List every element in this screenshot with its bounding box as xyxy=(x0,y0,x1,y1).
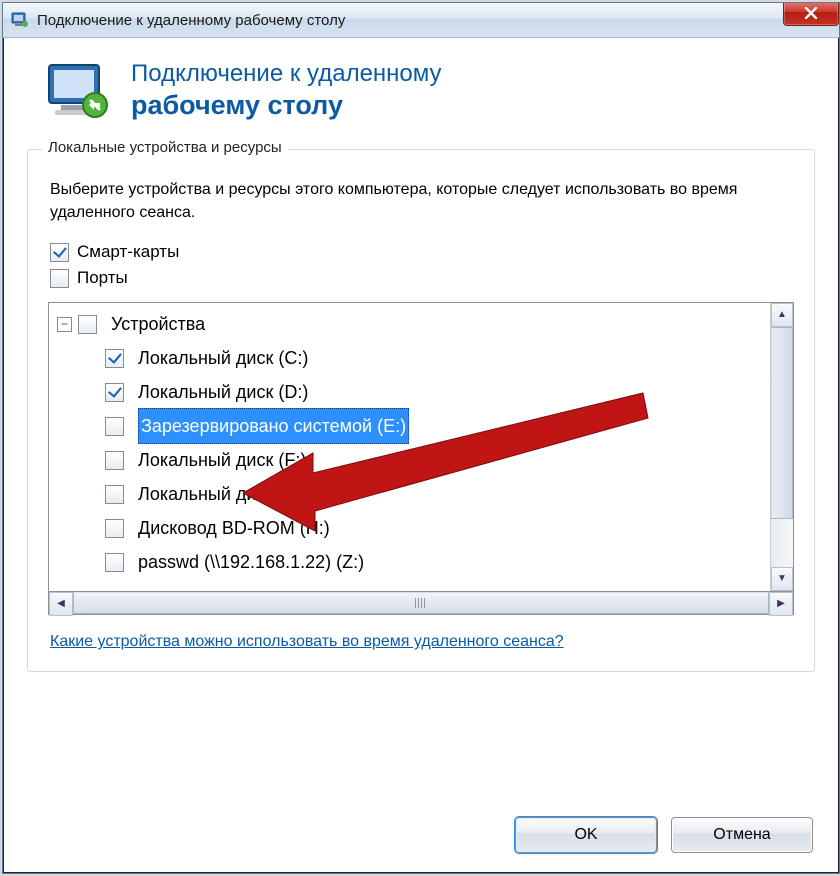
tree-item[interactable]: Локальный диск (C:) xyxy=(57,341,770,375)
chevron-right-icon: ▶ xyxy=(777,599,785,609)
tree-item-checkbox[interactable] xyxy=(105,417,124,436)
scroll-left-button[interactable]: ◀ xyxy=(49,592,73,616)
close-button[interactable] xyxy=(783,2,839,26)
tree-item-label: Локальный диск (C:) xyxy=(138,341,308,375)
horizontal-scroll-thumb[interactable] xyxy=(73,592,769,614)
titlebar[interactable]: Подключение к удаленному рабочему столу xyxy=(3,3,839,38)
window-title: Подключение к удаленному рабочему столу xyxy=(37,12,783,29)
tree-item-checkbox[interactable] xyxy=(105,349,124,368)
tree-item-label: passwd (\\192.168.1.22) (Z:) xyxy=(138,545,364,579)
tree-item-label: Локальный диск (F:) xyxy=(138,443,306,477)
tree-item-label: Дисковод BD-ROM (H:) xyxy=(138,511,330,545)
smart-cards-row[interactable]: Смарт-карты xyxy=(50,242,794,262)
rdp-icon xyxy=(11,12,29,28)
tree-item-checkbox[interactable] xyxy=(105,451,124,470)
tree-item[interactable]: Зарезервировано системой (E:) xyxy=(57,409,770,443)
instructions-text: Выберите устройства и ресурсы этого комп… xyxy=(50,178,794,224)
horizontal-scrollbar[interactable]: ◀ ▶ xyxy=(48,592,794,615)
cancel-button[interactable]: Отмена xyxy=(671,817,813,853)
tree-item[interactable]: Локальный диск (D:) xyxy=(57,375,770,409)
local-resources-group: Локальные устройства и ресурсы Выберите … xyxy=(27,149,815,672)
vertical-scroll-thumb[interactable] xyxy=(771,327,793,519)
vertical-scroll-track[interactable] xyxy=(771,519,793,567)
ports-label: Порты xyxy=(77,268,128,288)
tree-item-label: Локальный диск (D:) xyxy=(138,375,308,409)
tree-item[interactable]: Дисковод BD-ROM (H:) xyxy=(57,511,770,545)
device-tree[interactable]: − Устройства Локальный диск (C:)Локальны… xyxy=(48,302,794,592)
header-line2: рабочему столу xyxy=(131,90,442,121)
tree-item-checkbox[interactable] xyxy=(105,519,124,538)
chevron-up-icon: ▲ xyxy=(777,310,787,320)
devices-label: Устройства xyxy=(111,307,205,341)
tree-root-devices[interactable]: − Устройства xyxy=(57,307,770,341)
scroll-up-button[interactable]: ▲ xyxy=(771,303,793,327)
header-text: Подключение к удаленному рабочему столу xyxy=(131,60,442,121)
expand-toggle-icon[interactable]: − xyxy=(57,317,72,332)
vertical-scrollbar[interactable]: ▲ ▼ xyxy=(770,303,793,591)
devices-checkbox[interactable] xyxy=(78,315,97,334)
ok-button[interactable]: OK xyxy=(515,817,657,853)
group-legend: Локальные устройства и ресурсы xyxy=(42,139,288,156)
close-icon xyxy=(804,7,818,19)
tree-item-checkbox[interactable] xyxy=(105,485,124,504)
smart-cards-label: Смарт-карты xyxy=(77,242,179,262)
chevron-left-icon: ◀ xyxy=(57,599,65,609)
dialog-button-row: OK Отмена xyxy=(515,817,813,853)
ports-row[interactable]: Порты xyxy=(50,268,794,288)
tree-item-checkbox[interactable] xyxy=(105,553,124,572)
tree-item-label: Локальный диск (G:) xyxy=(138,477,309,511)
scroll-down-button[interactable]: ▼ xyxy=(771,567,793,591)
tree-item[interactable]: Локальный диск (G:) xyxy=(57,477,770,511)
chevron-down-icon: ▼ xyxy=(777,574,787,584)
tree-item-checkbox[interactable] xyxy=(105,383,124,402)
header-line1: Подключение к удаленному xyxy=(131,60,442,88)
rdp-large-icon xyxy=(43,61,113,121)
tree-item[interactable]: Локальный диск (F:) xyxy=(57,443,770,477)
rdp-dialog-window: Подключение к удаленному рабочему столу xyxy=(2,2,840,874)
tree-content: − Устройства Локальный диск (C:)Локальны… xyxy=(49,303,770,591)
smart-cards-checkbox[interactable] xyxy=(50,243,69,262)
tree-item[interactable]: passwd (\\192.168.1.22) (Z:) xyxy=(57,545,770,579)
help-link[interactable]: Какие устройства можно использовать во в… xyxy=(50,633,564,651)
scroll-right-button[interactable]: ▶ xyxy=(769,592,793,616)
ports-checkbox[interactable] xyxy=(50,269,69,288)
dialog-header: Подключение к удаленному рабочему столу xyxy=(3,38,839,139)
tree-item-label: Зарезервировано системой (E:) xyxy=(138,408,409,444)
